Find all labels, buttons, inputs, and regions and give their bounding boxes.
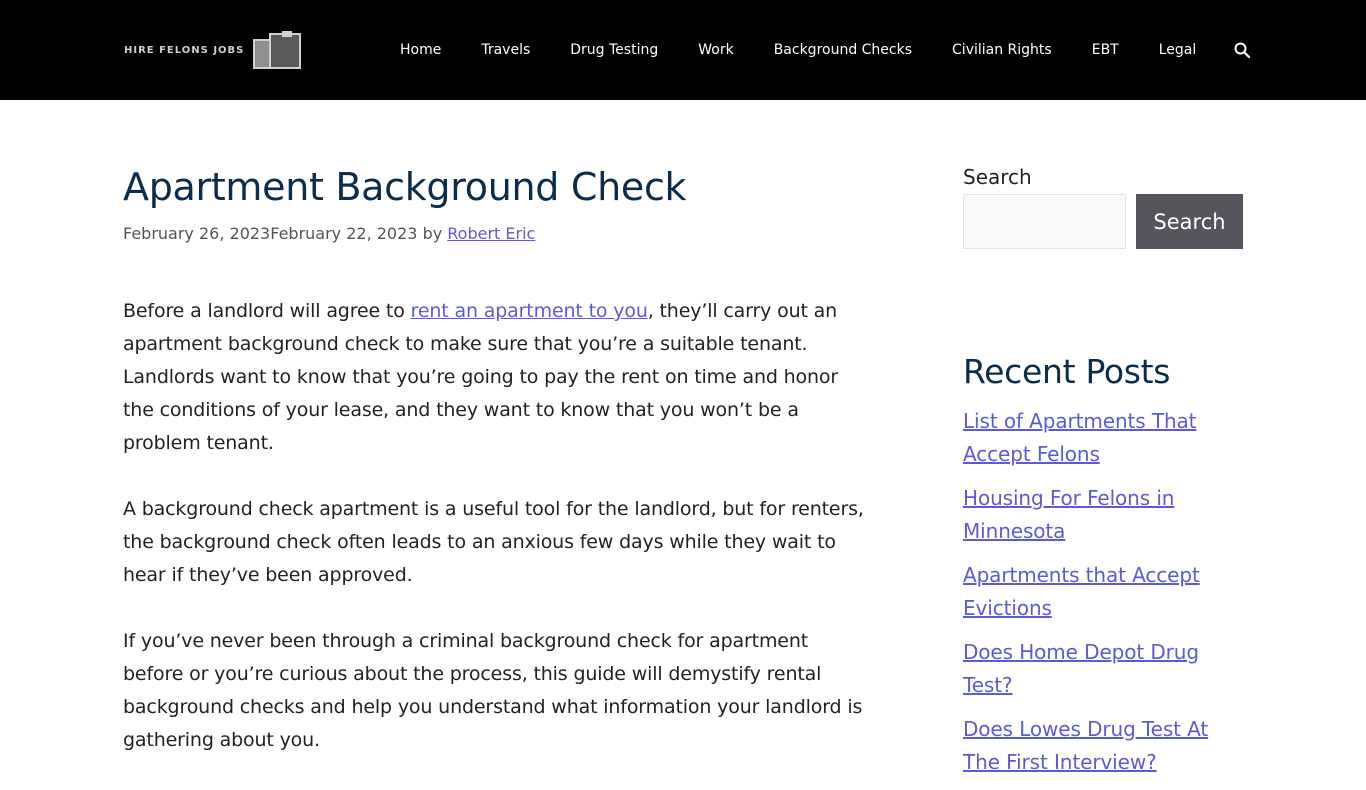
logo-text: HIRE FELONS JOBS [124, 44, 245, 56]
recent-post-link[interactable]: Does Home Depot Drug Test? [963, 640, 1199, 697]
paragraph-1: Before a landlord will agree to rent an … [123, 295, 868, 460]
search-label: Search [963, 165, 1032, 189]
site-header: HIRE FELONS JOBS Home Travels Drug Testi… [0, 0, 1366, 100]
published-date: February 26, 2023 [123, 224, 271, 243]
updated-date: February 22, 2023 [270, 224, 418, 243]
list-item: List of Apartments That Accept Felons [963, 405, 1243, 471]
search-form: Search [963, 194, 1243, 249]
nav-background-checks[interactable]: Background Checks [754, 42, 932, 58]
nav-ebt[interactable]: EBT [1072, 42, 1139, 58]
nav-travels[interactable]: Travels [461, 42, 550, 58]
paragraph-2: A background check apartment is a useful… [123, 498, 864, 586]
list-item: Apartments that Accept Evictions [963, 559, 1243, 625]
nav-drug-testing[interactable]: Drug Testing [550, 42, 678, 58]
paragraph-1-after: , they’ll carry out an apartment backgro… [123, 300, 839, 454]
search-button[interactable]: Search [1136, 194, 1243, 249]
rent-apartment-link[interactable]: rent an apartment to you [411, 300, 648, 322]
recent-posts-heading: Recent Posts [963, 352, 1171, 391]
sidebar: Search Search Recent Posts List of Apart… [963, 160, 1243, 790]
list-item: Does Home Depot Drug Test? [963, 636, 1243, 702]
nav-work[interactable]: Work [678, 42, 753, 58]
nav-civilian-rights[interactable]: Civilian Rights [932, 42, 1072, 58]
list-item: Does Lowes Drug Test At The First Interv… [963, 713, 1243, 779]
paragraph-1-before: Before a landlord will agree to [123, 300, 411, 322]
nav-home[interactable]: Home [380, 42, 461, 58]
building-icon [253, 31, 301, 69]
site-logo[interactable]: HIRE FELONS JOBS [124, 30, 304, 70]
main-nav: Home Travels Drug Testing Work Backgroun… [380, 0, 1268, 100]
recent-post-link[interactable]: Housing For Felons in Minnesota [963, 486, 1174, 543]
search-input[interactable] [963, 194, 1126, 249]
list-item: Housing For Felons in Minnesota [963, 482, 1243, 548]
byline-prefix: by [422, 224, 443, 243]
recent-post-link[interactable]: List of Apartments That Accept Felons [963, 409, 1197, 466]
page-title: Apartment Background Check [123, 165, 687, 209]
post-meta: February 26, 2023February 22, 2023 by Ro… [123, 222, 868, 246]
article: Apartment Background Check February 26, … [123, 160, 868, 790]
nav-legal[interactable]: Legal [1139, 42, 1217, 58]
magnifier-icon [1234, 42, 1251, 58]
recent-post-link[interactable]: Apartments that Accept Evictions [963, 563, 1200, 620]
nav-search-button[interactable] [1216, 42, 1268, 58]
author-link[interactable]: Robert Eric [447, 224, 535, 243]
paragraph-3: If you’ve never been through a criminal … [123, 630, 863, 751]
recent-post-link[interactable]: Does Lowes Drug Test At The First Interv… [963, 717, 1208, 774]
recent-posts-list: List of Apartments That Accept Felons Ho… [963, 405, 1243, 779]
article-content: Before a landlord will agree to rent an … [123, 295, 868, 757]
